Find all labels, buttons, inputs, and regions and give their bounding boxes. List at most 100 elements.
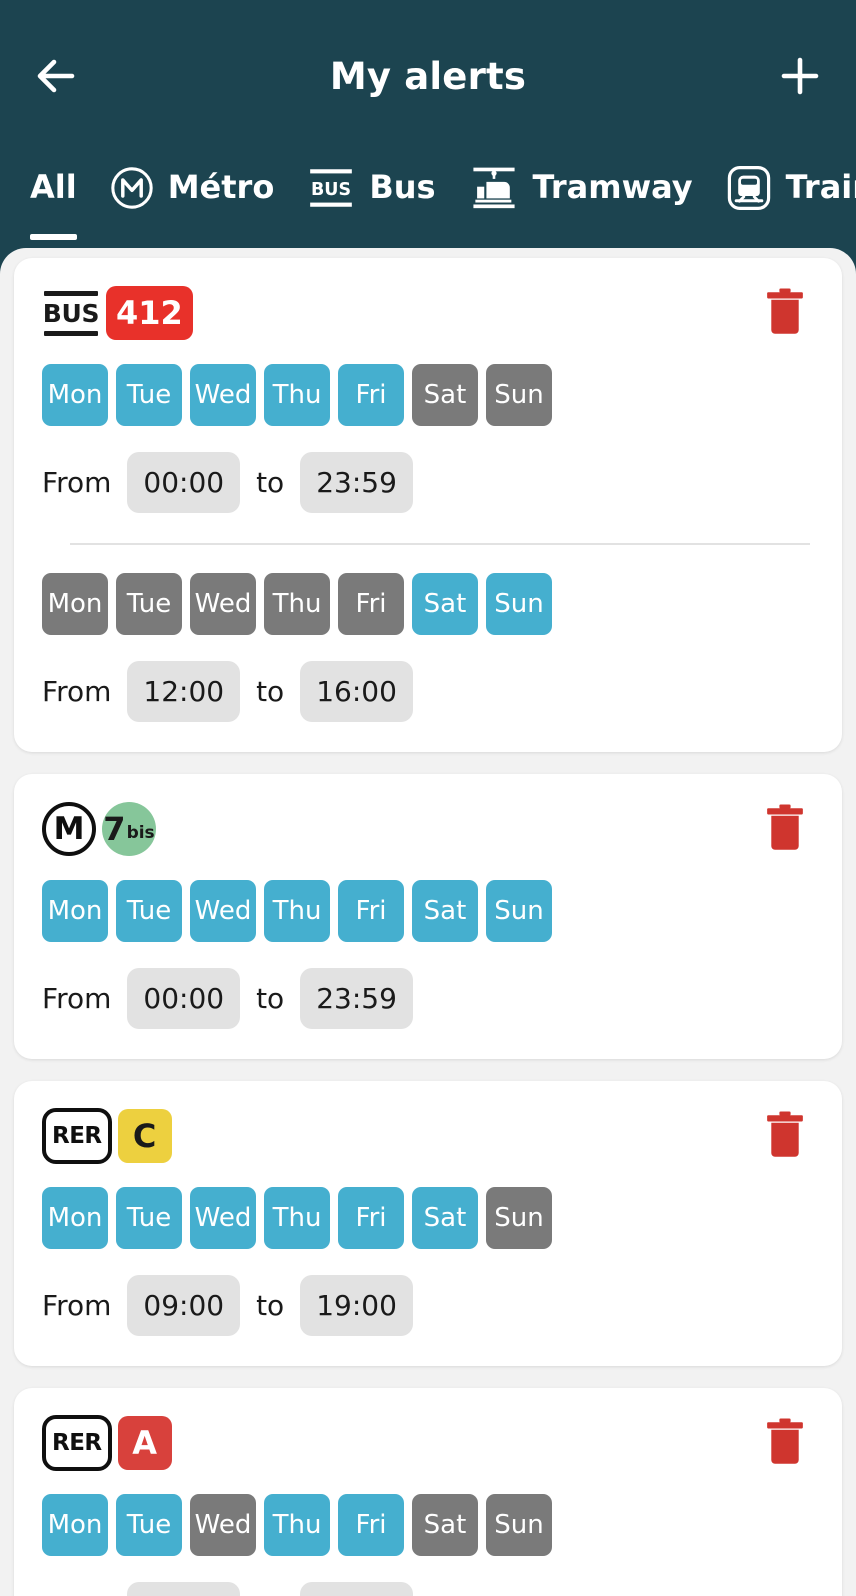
to-label: to [256, 982, 285, 1015]
from-label: From [42, 1289, 112, 1322]
bus-mark-bar-bottom [44, 330, 98, 336]
start-time-field[interactable]: 00:00 [127, 968, 241, 1029]
day-chip-thu[interactable]: Thu [264, 1494, 330, 1556]
app-header: My alerts [0, 0, 856, 152]
alert-card[interactable]: M 7 bis Mon Tue Wed Thu Fri Sat Sun From 00:00 … [14, 774, 842, 1059]
day-chip-wed[interactable]: Wed [190, 364, 256, 426]
line-badge-number: 412 [116, 294, 183, 332]
day-chip-fri[interactable]: Fri [338, 1187, 404, 1249]
day-chip-wed[interactable]: Wed [190, 1187, 256, 1249]
day-selector: Mon Tue Wed Thu Fri Sat Sun [42, 1494, 814, 1556]
line-badge: C [117, 1109, 172, 1163]
delete-alert-button[interactable] [756, 1414, 814, 1472]
day-chip-tue[interactable]: Tue [116, 880, 182, 942]
alert-card-header: M 7 bis [42, 800, 814, 858]
schedule-row: MonTueWedThuFriSatSun From 00:00 to 23:5… [42, 880, 814, 1029]
line-badge-number: 7 [103, 810, 126, 848]
end-time-field[interactable]: 23:59 [300, 1582, 413, 1596]
day-chip-thu[interactable]: Thu [264, 364, 330, 426]
day-chip-thu[interactable]: Thu [264, 1187, 330, 1249]
day-chip-tue[interactable]: Tue [116, 364, 182, 426]
mode-mark-rer: RER [42, 1108, 112, 1164]
day-chip-sun[interactable]: Sun [486, 573, 552, 635]
mode-mark-bus: BUS [42, 285, 100, 341]
day-chip-wed[interactable]: Wed [190, 573, 256, 635]
day-chip-tue[interactable]: Tue [116, 1494, 182, 1556]
day-chip-thu[interactable]: Thu [264, 880, 330, 942]
day-chip-mon[interactable]: Mon [42, 1494, 108, 1556]
end-time-field[interactable]: 19:00 [300, 1275, 413, 1336]
line-badge-number: C [132, 1117, 157, 1155]
day-chip-tue[interactable]: Tue [116, 573, 182, 635]
day-chip-sun[interactable]: Sun [486, 880, 552, 942]
day-chip-fri[interactable]: Fri [338, 573, 404, 635]
end-time-field[interactable]: 16:00 [300, 661, 413, 722]
day-selector: Mon Tue Wed Thu Fri Sat Sun [42, 1187, 814, 1249]
start-time-field[interactable]: 00:00 [127, 452, 241, 513]
mode-mark-rer: RER [42, 1415, 112, 1471]
add-alert-button[interactable] [768, 44, 832, 108]
day-selector: Mon Tue Wed Thu Fri Sat Sun [42, 880, 814, 942]
day-chip-sat[interactable]: Sat [412, 573, 478, 635]
trash-icon [767, 288, 803, 334]
day-chip-sun[interactable]: Sun [486, 1494, 552, 1556]
to-label: to [256, 1289, 285, 1322]
arrow-left-icon [37, 59, 75, 93]
schedule-row: Mon Tue Wed Thu Fri Sat Sun From 12:00 to 16:0… [42, 573, 814, 722]
line-identity: RER C [42, 1108, 172, 1164]
svg-text:BUS: BUS [311, 180, 351, 200]
day-chip-mon[interactable]: Mon [42, 1187, 108, 1249]
delete-alert-button[interactable] [756, 1107, 814, 1165]
day-chip-thu[interactable]: Thu [264, 573, 330, 635]
alert-card[interactable]: BUS 412 Mon Tue Wed Thu Fri Sat Sun From 00:00… [14, 258, 842, 752]
app-root: My alerts All Métro BUS Bus Tramway Trai… [0, 0, 856, 1596]
day-chip-sun[interactable]: Sun [486, 364, 552, 426]
tab-all[interactable]: All [18, 152, 97, 248]
tab-train[interactable]: Train [713, 152, 856, 248]
tab-tramway-label: Tramway [532, 168, 693, 206]
line-badge-suffix: bis [126, 822, 155, 843]
start-time-field[interactable]: 09:00 [127, 1275, 241, 1336]
day-chip-wed[interactable]: Wed [190, 880, 256, 942]
tab-bus[interactable]: BUS Bus [294, 152, 455, 248]
start-time-field[interactable]: 00:00 [127, 1582, 241, 1596]
time-range: From 12:00 to 16:00 [42, 661, 814, 722]
tab-tramway[interactable]: Tramway [456, 152, 713, 248]
day-chip-fri[interactable]: Fri [338, 1494, 404, 1556]
day-chip-wed[interactable]: Wed [190, 1494, 256, 1556]
line-identity: M 7 bis [42, 802, 156, 856]
day-chip-fri[interactable]: Fri [338, 880, 404, 942]
schedule-row: MonTueWedThuFriSatSun From 00:00 to 23:5… [42, 1494, 814, 1596]
line-badge: 412 [106, 286, 193, 340]
back-button[interactable] [24, 44, 88, 108]
from-label: From [42, 466, 112, 499]
tab-metro[interactable]: Métro [97, 152, 295, 248]
start-time-field[interactable]: 12:00 [127, 661, 241, 722]
alert-card[interactable]: RER A MonTueWedThuFriSatSun From 00:00 t… [14, 1388, 842, 1596]
day-chip-mon[interactable]: Mon [42, 880, 108, 942]
day-chip-sun[interactable]: Sun [486, 1187, 552, 1249]
day-chip-fri[interactable]: Fri [338, 364, 404, 426]
bus-icon: BUS [306, 163, 356, 237]
delete-alert-button[interactable] [756, 800, 814, 858]
day-chip-sat[interactable]: Sat [412, 880, 478, 942]
from-label: From [42, 982, 112, 1015]
schedule-row: MonTueWedThuFriSatSun From 00:00 to 23:5… [42, 364, 814, 513]
tab-metro-label: Métro [167, 168, 275, 206]
day-chip-sat[interactable]: Sat [412, 1494, 478, 1556]
day-chip-sat[interactable]: Sat [412, 364, 478, 426]
delete-alert-button[interactable] [756, 284, 814, 342]
end-time-field[interactable]: 23:59 [300, 452, 413, 513]
day-chip-mon[interactable]: Mon [42, 364, 108, 426]
tab-bus-label: Bus [369, 168, 436, 206]
day-chip-tue[interactable]: Tue [116, 1187, 182, 1249]
to-label: to [256, 466, 285, 499]
schedule-divider [70, 543, 810, 545]
alert-card[interactable]: RER C Mon Tue Wed Thu Fri Sat Sun From 09:00 t… [14, 1081, 842, 1366]
alert-list: BUS 412 Mon Tue Wed Thu Fri Sat Sun From 00:00… [0, 248, 856, 1596]
tab-all-label: All [30, 168, 77, 206]
end-time-field[interactable]: 23:59 [300, 968, 413, 1029]
day-chip-sat[interactable]: Sat [412, 1187, 478, 1249]
time-range: From 09:00 to 19:00 [42, 1275, 814, 1336]
day-chip-mon[interactable]: Mon [42, 573, 108, 635]
